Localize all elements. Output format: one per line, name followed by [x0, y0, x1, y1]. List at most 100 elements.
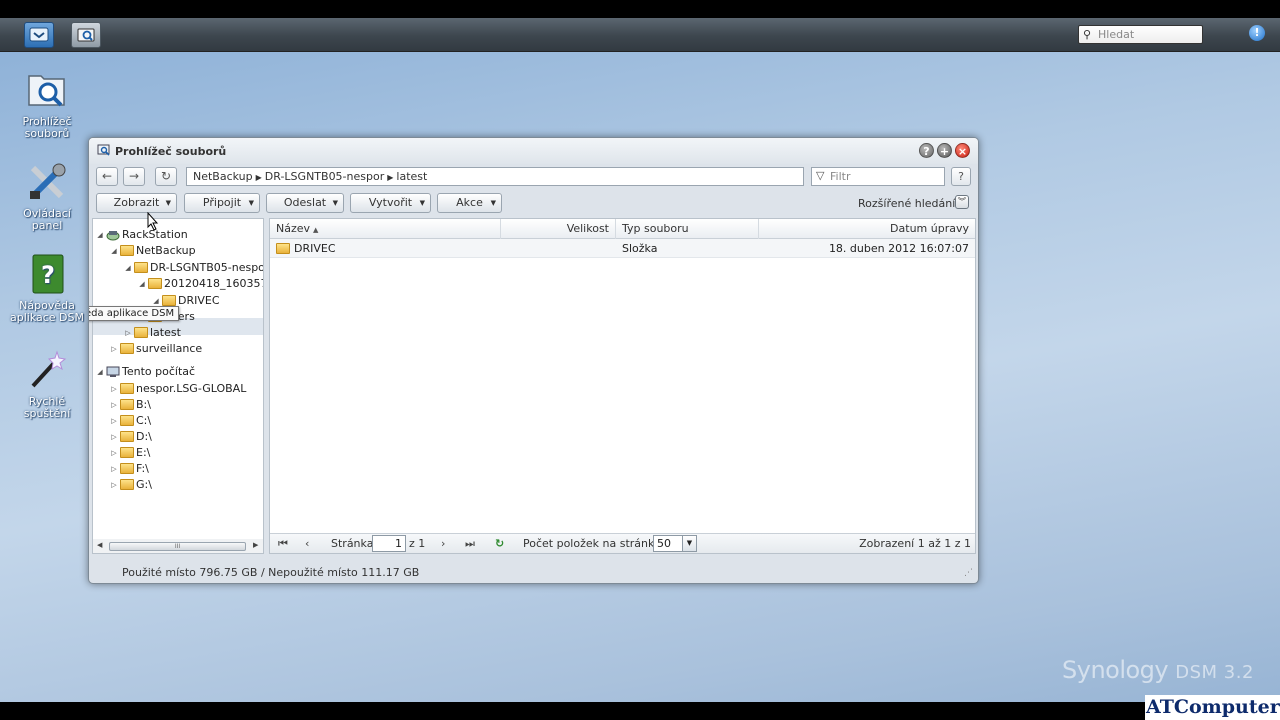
- forward-button[interactable]: →: [123, 167, 145, 186]
- tree-node[interactable]: ▷ E:\: [109, 445, 150, 461]
- upload-menu-button[interactable]: Odeslat ▼: [266, 193, 344, 213]
- notification-icon[interactable]: !: [1249, 25, 1265, 41]
- desktop-icon-control-panel[interactable]: Ovládací panel: [7, 160, 87, 232]
- window-help-button[interactable]: ?: [919, 143, 934, 158]
- desktop-icon-quick-start[interactable]: Rychlé spuštění: [7, 348, 87, 420]
- per-page-value: 50: [657, 537, 671, 550]
- column-header-label: Typ souboru: [622, 222, 689, 235]
- desktop-icon-label: Nápověda aplikace DSM: [9, 299, 84, 324]
- column-header-label: Velikost: [566, 222, 609, 235]
- chevron-down-icon: ▼: [490, 199, 496, 207]
- path-breadcrumb[interactable]: NetBackup ▶ DR-LSGNTB05-nespor ▶ latest: [186, 167, 804, 186]
- expanded-triangle-icon[interactable]: ◢: [137, 276, 147, 292]
- advanced-search-toggle[interactable]: ︾: [955, 195, 969, 209]
- window-close-button[interactable]: ×: [955, 143, 970, 158]
- disk-usage-text: Použité místo 796.75 GB / Nepoužité míst…: [122, 566, 420, 579]
- taskbar-file-browser-button[interactable]: [71, 22, 101, 48]
- refresh-button[interactable]: ↻: [155, 167, 177, 186]
- scrollbar-thumb[interactable]: III: [109, 542, 246, 551]
- scroll-left-icon[interactable]: ◀: [97, 541, 102, 549]
- action-menu-button[interactable]: Akce ▼: [437, 193, 502, 213]
- table-row[interactable]: DRIVEC Složka 18. duben 2012 16:07:07: [270, 239, 975, 258]
- tree-node[interactable]: ◢ Tento počítač: [95, 364, 195, 380]
- desktop-icon-file-browser[interactable]: Prohlížeč souborů: [7, 68, 87, 140]
- chevron-down-icon: ▼: [165, 199, 171, 207]
- resize-grip-icon[interactable]: ⋰: [964, 568, 973, 578]
- first-page-icon[interactable]: ⏮: [278, 536, 288, 552]
- sort-ascending-icon: ▲: [313, 226, 319, 234]
- collapsed-triangle-icon[interactable]: ▷: [109, 413, 119, 429]
- help-icon: ?: [32, 254, 64, 294]
- per-page-select[interactable]: 50 ▼: [653, 535, 697, 552]
- column-header-modified[interactable]: Datum úpravy: [759, 219, 975, 239]
- mount-menu-button[interactable]: Připojit ▼: [184, 193, 260, 213]
- collapsed-triangle-icon[interactable]: ▷: [109, 445, 119, 461]
- cell-type: Složka: [622, 242, 658, 255]
- tree-node[interactable]: ◢ NetBackup: [109, 243, 195, 259]
- prev-page-icon[interactable]: ‹: [305, 536, 309, 552]
- refresh-icon: ↻: [160, 169, 172, 183]
- computer-icon: [106, 366, 120, 378]
- pagination-bar: ⏮ ‹ Stránka 1 z 1 › ⏭ ↻ Počet položek na…: [270, 533, 975, 553]
- folder-icon: [162, 295, 176, 306]
- close-icon: ×: [957, 145, 968, 158]
- tree-node-label: B:\: [136, 398, 151, 411]
- file-list-header: Název ▲ Velikost Typ souboru Datum úpravy: [270, 219, 975, 239]
- tree-node[interactable]: ▷ F:\: [109, 461, 149, 477]
- taskbar: ⚲ Hledat: [0, 18, 1280, 52]
- back-button[interactable]: ←: [96, 167, 118, 186]
- refresh-icon[interactable]: ↻: [495, 536, 504, 552]
- double-chevron-down-icon: ︾: [958, 197, 966, 206]
- collapsed-triangle-icon[interactable]: ▷: [109, 461, 119, 477]
- tree-node[interactable]: ▷ G:\: [109, 477, 152, 493]
- expanded-triangle-icon[interactable]: ◢: [95, 364, 105, 380]
- tree-node[interactable]: ▷ latest: [123, 325, 181, 341]
- breadcrumb-separator-icon: ▶: [387, 173, 394, 182]
- view-menu-button[interactable]: Zobrazit ▼: [96, 193, 177, 213]
- tree-horizontal-scrollbar[interactable]: ◀ III ▶: [93, 539, 263, 553]
- column-header-name[interactable]: Název ▲: [270, 219, 501, 239]
- desktop-icon-help[interactable]: ? Nápověda aplikace DSM: [7, 252, 87, 324]
- breadcrumb-item[interactable]: latest: [396, 170, 427, 183]
- expanded-triangle-icon[interactable]: ◢: [95, 227, 105, 243]
- collapsed-triangle-icon[interactable]: ▷: [109, 429, 119, 445]
- collapsed-triangle-icon[interactable]: ▷: [109, 381, 119, 397]
- next-page-icon[interactable]: ›: [441, 536, 445, 552]
- tree-node[interactable]: ◢ RackStation: [95, 227, 187, 243]
- main-menu-button[interactable]: [24, 22, 54, 48]
- tree-node[interactable]: ▷ nespor.LSG-GLOBAL: [109, 381, 246, 397]
- page-number-input[interactable]: 1: [372, 535, 406, 552]
- expanded-triangle-icon[interactable]: ◢: [109, 243, 119, 259]
- expanded-triangle-icon[interactable]: ◢: [123, 260, 133, 276]
- breadcrumb-item[interactable]: NetBackup: [193, 170, 253, 183]
- column-header-type[interactable]: Typ souboru: [616, 219, 759, 239]
- main-menu-icon: [29, 27, 49, 42]
- tree-node[interactable]: ▷ surveillance: [109, 341, 202, 357]
- window-maximize-button[interactable]: +: [937, 143, 952, 158]
- tree-node[interactable]: ▷ C:\: [109, 413, 151, 429]
- tree-node[interactable]: ▷ B:\: [109, 397, 151, 413]
- scroll-right-icon[interactable]: ▶: [253, 541, 258, 549]
- filter-help-button[interactable]: ?: [951, 167, 971, 186]
- tree-node[interactable]: ◢ 20120418_160357: [137, 276, 263, 292]
- search-icon: ⚲: [1083, 28, 1092, 41]
- tree-node[interactable]: ◢ DR-LSGNTB05-nespor: [123, 260, 263, 276]
- letterbox-top: [0, 0, 1280, 18]
- tree-node[interactable]: ▷ D:\: [109, 429, 152, 445]
- collapsed-triangle-icon[interactable]: ▷: [109, 477, 119, 493]
- window-titlebar[interactable]: Prohlížeč souborů ? + ×: [89, 138, 978, 164]
- breadcrumb-separator-icon: ▶: [255, 173, 262, 182]
- synology-brand: Synology DSM 3.2: [1062, 656, 1254, 684]
- column-header-size[interactable]: Velikost: [501, 219, 616, 239]
- breadcrumb-item[interactable]: DR-LSGNTB05-nespor: [265, 170, 384, 183]
- create-menu-button[interactable]: Vytvořit ▼: [350, 193, 431, 213]
- filter-input[interactable]: ▽ Filtr: [811, 167, 945, 186]
- collapsed-triangle-icon[interactable]: ▷: [109, 397, 119, 413]
- collapsed-triangle-icon[interactable]: ▷: [109, 341, 119, 357]
- global-search-input[interactable]: ⚲ Hledat: [1078, 25, 1203, 44]
- global-search-placeholder: Hledat: [1098, 28, 1135, 41]
- advanced-search-link[interactable]: Rozšířené hledání: [858, 197, 955, 210]
- page-of-label: z 1: [409, 537, 426, 550]
- last-page-icon[interactable]: ⏭: [465, 536, 475, 552]
- collapsed-triangle-icon[interactable]: ▷: [123, 325, 133, 341]
